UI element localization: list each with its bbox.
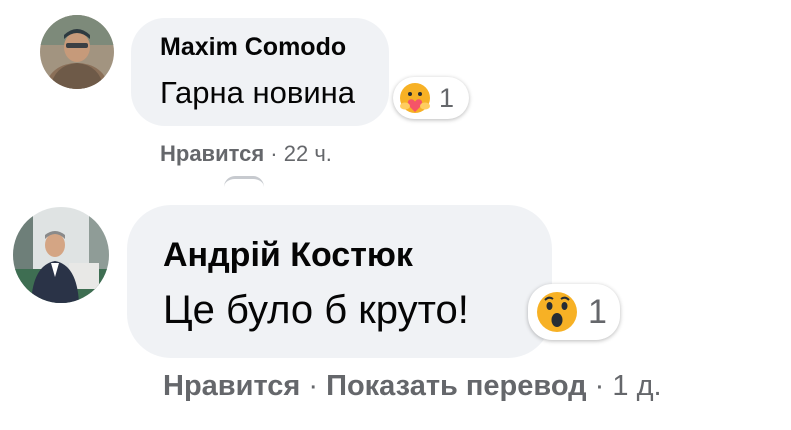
- separator: ·: [270, 141, 278, 166]
- comment-author[interactable]: Maxim Comodo: [160, 33, 346, 62]
- avatar-photo-icon: [40, 15, 114, 89]
- reaction-count: 1: [588, 292, 607, 331]
- care-reaction-icon: [400, 83, 430, 113]
- separator: ·: [594, 370, 605, 402]
- comment-actions: Нравится · Показать перевод · 1 д.: [163, 370, 662, 403]
- comment-bubble: [127, 205, 552, 358]
- reaction-badge[interactable]: 1: [393, 77, 469, 119]
- reaction-count: 1: [439, 82, 455, 113]
- divider-fragment: [224, 176, 264, 187]
- like-button[interactable]: Нравится: [160, 141, 264, 166]
- reaction-badge[interactable]: 1: [528, 284, 620, 340]
- separator: ·: [308, 370, 319, 402]
- show-translation-button[interactable]: Показать перевод: [326, 370, 586, 402]
- comment-text: Це було б круто!: [163, 288, 469, 332]
- timestamp[interactable]: 22 ч.: [284, 141, 332, 166]
- timestamp[interactable]: 1 д.: [612, 370, 661, 402]
- avatar[interactable]: [40, 15, 114, 89]
- comment-actions: Нравится · 22 ч.: [160, 141, 332, 167]
- comment-author[interactable]: Андрій Костюк: [163, 236, 413, 275]
- avatar-photo-icon: [13, 207, 109, 303]
- avatar[interactable]: [13, 207, 109, 303]
- wow-reaction-icon: [537, 292, 577, 332]
- like-button[interactable]: Нравится: [163, 370, 300, 402]
- comment-text: Гарна новина: [160, 75, 356, 110]
